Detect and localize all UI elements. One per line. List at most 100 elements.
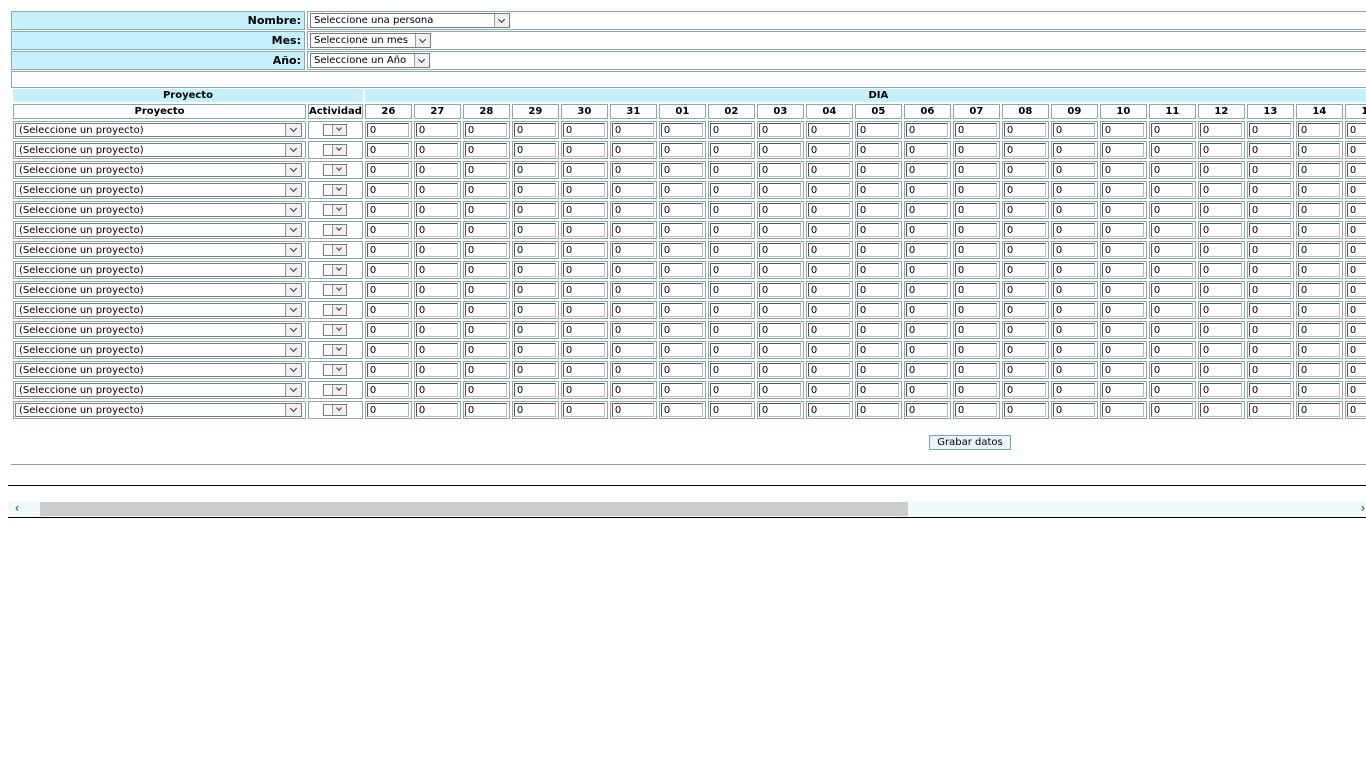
hours-input[interactable]	[905, 323, 948, 337]
project-select[interactable]: (Seleccione un proyecto)	[15, 323, 302, 337]
hours-input[interactable]	[366, 303, 409, 317]
hours-input[interactable]	[1248, 343, 1291, 357]
hours-input[interactable]	[562, 343, 605, 357]
hours-input[interactable]	[1248, 223, 1291, 237]
hours-input[interactable]	[464, 383, 507, 397]
hours-input[interactable]	[758, 403, 801, 417]
hours-input[interactable]	[905, 303, 948, 317]
hours-input[interactable]	[660, 243, 703, 257]
hours-input[interactable]	[758, 303, 801, 317]
hours-input[interactable]	[1101, 363, 1144, 377]
hours-input[interactable]	[513, 323, 556, 337]
hours-input[interactable]	[415, 123, 458, 137]
hours-input[interactable]	[660, 263, 703, 277]
hours-input[interactable]	[660, 343, 703, 357]
hours-input[interactable]	[1248, 123, 1291, 137]
hours-input[interactable]	[1003, 363, 1046, 377]
hours-input[interactable]	[758, 223, 801, 237]
hours-input[interactable]	[1052, 123, 1095, 137]
hours-input[interactable]	[807, 283, 850, 297]
hours-input[interactable]	[807, 343, 850, 357]
hours-input[interactable]	[1003, 263, 1046, 277]
hours-input[interactable]	[905, 263, 948, 277]
hours-input[interactable]	[464, 283, 507, 297]
hours-input[interactable]	[1297, 323, 1340, 337]
hours-input[interactable]	[758, 243, 801, 257]
hours-input[interactable]	[660, 403, 703, 417]
hours-input[interactable]	[1199, 303, 1242, 317]
hours-input[interactable]	[954, 243, 997, 257]
hours-input[interactable]	[1346, 203, 1366, 217]
hours-input[interactable]	[1199, 403, 1242, 417]
hours-input[interactable]	[415, 303, 458, 317]
hours-input[interactable]	[611, 163, 654, 177]
hours-input[interactable]	[464, 403, 507, 417]
hours-input[interactable]	[856, 283, 899, 297]
hours-input[interactable]	[905, 283, 948, 297]
hours-input[interactable]	[1150, 263, 1193, 277]
hours-input[interactable]	[856, 183, 899, 197]
project-select[interactable]: (Seleccione un proyecto)	[15, 363, 302, 377]
hours-input[interactable]	[709, 283, 752, 297]
project-select[interactable]: (Seleccione un proyecto)	[15, 283, 302, 297]
hours-input[interactable]	[709, 323, 752, 337]
hours-input[interactable]	[1150, 183, 1193, 197]
hours-input[interactable]	[513, 223, 556, 237]
activity-select[interactable]	[323, 304, 348, 316]
hours-input[interactable]	[905, 383, 948, 397]
hours-input[interactable]	[905, 143, 948, 157]
hours-input[interactable]	[562, 143, 605, 157]
hours-input[interactable]	[807, 143, 850, 157]
hours-input[interactable]	[1052, 263, 1095, 277]
hours-input[interactable]	[905, 363, 948, 377]
hours-input[interactable]	[758, 383, 801, 397]
hours-input[interactable]	[807, 183, 850, 197]
hours-input[interactable]	[856, 303, 899, 317]
hours-input[interactable]	[1248, 263, 1291, 277]
hours-input[interactable]	[1150, 283, 1193, 297]
hours-input[interactable]	[660, 123, 703, 137]
hours-input[interactable]	[1101, 223, 1144, 237]
hours-input[interactable]	[807, 203, 850, 217]
hours-input[interactable]	[954, 303, 997, 317]
hours-input[interactable]	[513, 263, 556, 277]
hours-input[interactable]	[513, 283, 556, 297]
hours-input[interactable]	[1150, 143, 1193, 157]
project-select[interactable]: (Seleccione un proyecto)	[15, 223, 302, 237]
hours-input[interactable]	[1297, 203, 1340, 217]
hours-input[interactable]	[1003, 403, 1046, 417]
hours-input[interactable]	[758, 323, 801, 337]
hours-input[interactable]	[1199, 163, 1242, 177]
hours-input[interactable]	[562, 363, 605, 377]
hours-input[interactable]	[1101, 143, 1144, 157]
hours-input[interactable]	[954, 203, 997, 217]
hours-input[interactable]	[1150, 123, 1193, 137]
hours-input[interactable]	[611, 143, 654, 157]
project-select[interactable]: (Seleccione un proyecto)	[15, 163, 302, 177]
hours-input[interactable]	[709, 143, 752, 157]
hours-input[interactable]	[1150, 163, 1193, 177]
hours-input[interactable]	[1346, 363, 1366, 377]
hours-input[interactable]	[1101, 203, 1144, 217]
hours-input[interactable]	[709, 363, 752, 377]
hours-input[interactable]	[709, 303, 752, 317]
hours-input[interactable]	[1199, 183, 1242, 197]
hours-input[interactable]	[611, 323, 654, 337]
hours-input[interactable]	[1346, 283, 1366, 297]
hours-input[interactable]	[1297, 363, 1340, 377]
project-select[interactable]: (Seleccione un proyecto)	[15, 123, 302, 137]
hours-input[interactable]	[758, 263, 801, 277]
hours-input[interactable]	[905, 343, 948, 357]
hours-input[interactable]	[513, 343, 556, 357]
hours-input[interactable]	[611, 343, 654, 357]
hours-input[interactable]	[660, 183, 703, 197]
hours-input[interactable]	[1346, 263, 1366, 277]
hours-input[interactable]	[366, 183, 409, 197]
hours-input[interactable]	[1297, 123, 1340, 137]
hours-input[interactable]	[905, 223, 948, 237]
scrollbar-thumb[interactable]	[40, 502, 908, 516]
hours-input[interactable]	[562, 203, 605, 217]
hours-input[interactable]	[366, 323, 409, 337]
hours-input[interactable]	[1101, 263, 1144, 277]
hours-input[interactable]	[513, 303, 556, 317]
